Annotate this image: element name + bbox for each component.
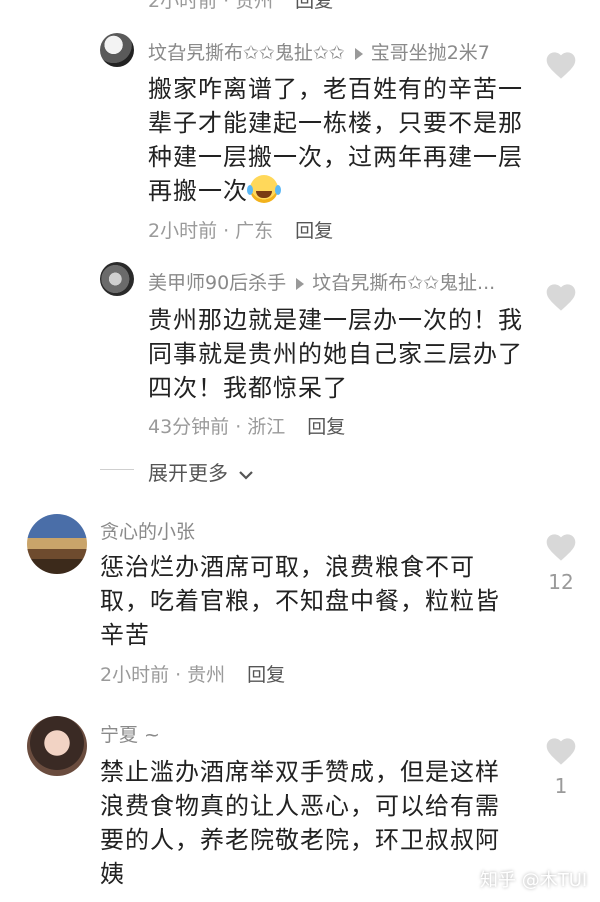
expand-more-button[interactable]: 展开更多 [148,457,254,486]
laughing-tears-emoji-icon [247,175,281,203]
comment-line: 姨 [100,860,125,888]
location: 广东 [235,220,274,242]
username[interactable]: 美甲师90后杀手 [148,272,286,294]
comment-text: 搬家咋离谱了，老百姓有的辛苦一 辈子才能建起一栋楼，只要不是那 种建一层搬一次，… [148,72,538,208]
avatar[interactable] [27,716,87,776]
comment-meta-cut: 2小时前 · 贵州 回复 [148,0,333,13]
comment-line: 四次！我都惊呆了 [148,374,348,402]
chevron-down-icon [239,470,254,480]
comment-line: 浪费食物真的让人恶心，可以给有需 [100,792,500,820]
comment-line: 取，吃着官粮，不知盘中餐，粒粒皆 [100,587,500,615]
like-count: 12 [548,570,574,594]
reply-button[interactable]: 回复 [295,220,333,242]
comment-line: 惩治烂办酒席可取，浪费粮食不可 [100,553,475,581]
timestamp: 43分钟前 [148,416,230,438]
comment-username[interactable]: 坟旮旯撕布✩✩鬼扯✩✩ 宝哥坐抛2米7 [148,38,490,65]
comment-meta: 2小时前 · 广东 回复 [148,220,334,242]
comment-line: 种建一层搬一次，过两年再建一层 [148,143,523,171]
avatar[interactable] [27,514,87,574]
reply-to-username[interactable]: 宝哥坐抛2米7 [371,42,490,64]
reply-arrow-icon [354,47,363,60]
reply-to-username[interactable]: 坟旮旯撕布✩✩鬼扯... [312,272,495,294]
like-count: 1 [554,774,568,798]
comment-meta: 43分钟前 · 浙江 回复 [148,416,346,438]
comment-text: 禁止滥办酒席举双手赞成，但是这样 浪费食物真的让人恶心，可以给有需 要的人，养老… [100,755,540,891]
comment-line: 搬家咋离谱了，老百姓有的辛苦一 [148,75,523,103]
timestamp: 2小时前 [148,0,218,12]
heart-icon[interactable] [544,50,578,80]
comment-line: 禁止滥办酒席举双手赞成，但是这样 [100,758,500,786]
reply-button[interactable]: 回复 [307,416,345,438]
comment-meta: 2小时前 · 贵州 回复 [100,664,286,686]
avatar[interactable] [100,33,134,67]
comment-line: 再搬一次 [148,177,248,205]
comment-line: 同事就是贵州的她自己家三层办了 [148,340,523,368]
heart-icon[interactable] [544,532,578,562]
comment-text: 惩治烂办酒席可取，浪费粮食不可 取，吃着官粮，不知盘中餐，粒粒皆 辛苦 [100,550,540,652]
username[interactable]: 宁夏 ~ [100,720,160,747]
username[interactable]: 贪心的小张 [100,517,195,544]
comment-line: 要的人，养老院敬老院，环卫叔叔阿 [100,826,500,854]
watermark: 知乎 @木TUI [480,870,588,891]
comment-username[interactable]: 美甲师90后杀手 坟旮旯撕布✩✩鬼扯... [148,268,495,295]
heart-icon[interactable] [544,282,578,312]
divider [100,469,134,470]
comment-line: 辛苦 [100,621,150,649]
heart-icon[interactable] [544,736,578,766]
username[interactable]: 坟旮旯撕布✩✩鬼扯✩✩ [148,42,345,64]
location: 贵州 [187,664,226,686]
timestamp: 2小时前 [148,220,218,242]
reply-arrow-icon [296,277,305,290]
reply-button[interactable]: 回复 [247,664,285,686]
comment-text: 贵州那边就是建一层办一次的！我 同事就是贵州的她自己家三层办了 四次！我都惊呆了 [148,303,538,405]
timestamp: 2小时前 [100,664,170,686]
location: 贵州 [235,0,274,12]
location: 浙江 [247,416,286,438]
comment-line: 贵州那边就是建一层办一次的！我 [148,306,523,334]
reply-button[interactable]: 回复 [295,0,333,12]
avatar[interactable] [100,262,134,296]
expand-more-label[interactable]: 展开更多 [148,461,228,485]
comment-line: 辈子才能建起一栋楼，只要不是那 [148,109,523,137]
